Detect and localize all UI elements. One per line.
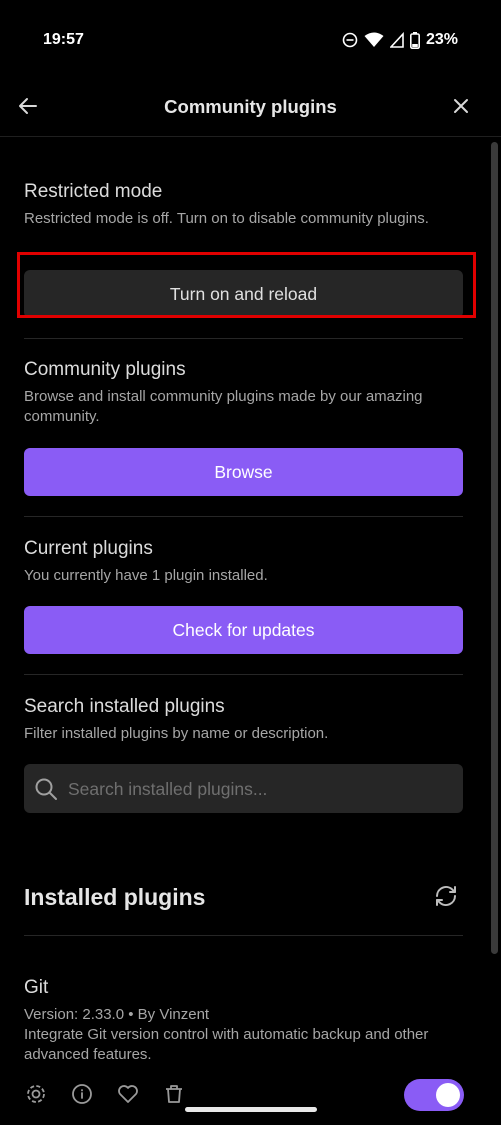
search-icon	[34, 777, 58, 806]
status-time: 19:57	[43, 31, 84, 48]
home-indicator[interactable]	[185, 1107, 317, 1112]
heart-icon[interactable]	[116, 1082, 140, 1106]
app-header: Community plugins	[0, 80, 501, 137]
restricted-mode-title: Restricted mode	[24, 181, 163, 202]
refresh-icon	[434, 884, 458, 913]
plugin-version: Version: 2.33.0 • By Vinzent	[24, 1006, 210, 1023]
scrollbar[interactable]	[491, 142, 498, 954]
status-icons: 23%	[342, 31, 458, 49]
search-input[interactable]	[66, 764, 455, 815]
search-installed-title: Search installed plugins	[24, 696, 225, 717]
battery-icon	[409, 31, 420, 49]
divider	[24, 516, 463, 517]
cell-signal-icon	[389, 32, 404, 48]
do-not-disturb-icon	[342, 32, 358, 48]
search-installed-section: Search installed plugins Filter installe…	[24, 695, 463, 744]
refresh-button[interactable]	[432, 884, 460, 912]
plugin-name: Git	[24, 977, 49, 998]
check-for-updates-button[interactable]: Check for updates	[24, 606, 463, 654]
current-plugins-title: Current plugins	[24, 538, 153, 559]
close-button[interactable]	[447, 94, 475, 122]
current-plugins-section: Current plugins You currently have 1 plu…	[24, 537, 463, 586]
toggle-knob	[436, 1083, 460, 1107]
browse-button[interactable]: Browse	[24, 448, 463, 496]
info-icon[interactable]	[70, 1082, 94, 1106]
close-icon	[453, 98, 469, 119]
divider	[24, 674, 463, 675]
plugin-item-git: Git Version: 2.33.0 • By Vinzent Integra…	[24, 976, 463, 1065]
search-box[interactable]	[24, 764, 463, 815]
plugin-enabled-toggle[interactable]	[404, 1079, 464, 1111]
settings-gear-icon[interactable]	[24, 1082, 48, 1106]
divider	[24, 935, 463, 936]
restricted-mode-section: Restricted mode Restricted mode is off. …	[24, 180, 463, 229]
current-plugins-description: You currently have 1 plugin installed.	[24, 567, 268, 584]
wifi-icon	[364, 32, 384, 48]
installed-plugins-heading: Installed plugins	[24, 884, 206, 910]
community-plugins-section: Community plugins Browse and install com…	[24, 358, 463, 427]
plugin-actions	[24, 1082, 186, 1106]
page-title: Community plugins	[164, 96, 337, 117]
trash-icon[interactable]	[162, 1082, 186, 1106]
community-plugins-title: Community plugins	[24, 359, 186, 380]
status-bar: 19:57 23%	[0, 0, 501, 80]
battery-percent: 23%	[425, 31, 458, 48]
divider	[24, 338, 463, 339]
plugin-description: Integrate Git version control with autom…	[24, 1026, 429, 1063]
restricted-mode-description: Restricted mode is off. Turn on to disab…	[24, 210, 429, 227]
highlight-box	[17, 252, 476, 318]
community-plugins-description: Browse and install community plugins mad…	[24, 388, 423, 425]
search-installed-description: Filter installed plugins by name or desc…	[24, 725, 329, 742]
